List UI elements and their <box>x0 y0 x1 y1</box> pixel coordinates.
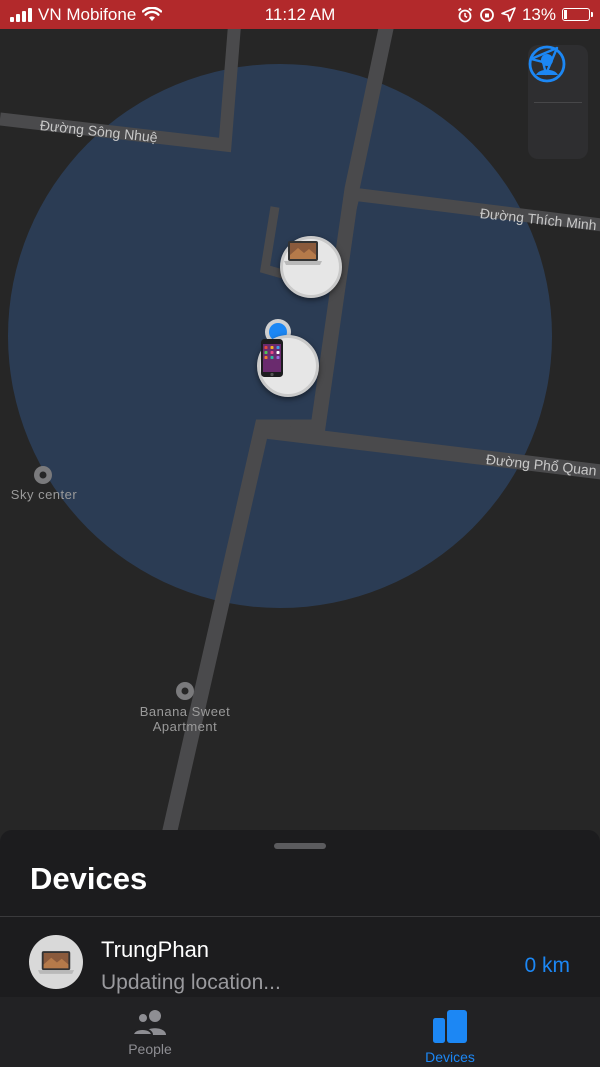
tab-people[interactable]: People <box>0 997 300 1067</box>
battery-icon <box>562 8 593 21</box>
device-distance: 0 km <box>524 954 570 977</box>
tab-devices-label: Devices <box>425 1049 475 1065</box>
poi-label-sky-center: Sky center <box>10 487 78 502</box>
poi-marker-sky-center <box>34 466 52 484</box>
poi-marker-banana-sweet <box>176 682 194 700</box>
device-avatar <box>29 935 83 989</box>
devices-icon <box>433 1010 467 1043</box>
current-location-button[interactable] <box>528 46 588 160</box>
cellular-signal-icon <box>10 7 32 22</box>
location-arrow-icon <box>529 46 559 76</box>
macbook-icon <box>284 241 322 265</box>
iphone-icon <box>261 339 283 377</box>
map-controls <box>528 45 588 159</box>
macbook-pin[interactable] <box>280 236 342 298</box>
device-row-trungphan[interactable]: TrungPhan Updating location... 0 km <box>0 917 600 997</box>
tab-bar: People Devices <box>0 997 600 1067</box>
sheet-grabber[interactable] <box>274 843 326 849</box>
tab-people-label: People <box>128 1041 172 1057</box>
poi-label-banana-sweet: Banana Sweet Apartment <box>139 704 231 734</box>
macbook-icon <box>37 950 75 974</box>
rotation-lock-icon <box>480 7 494 22</box>
wifi-icon <box>142 7 163 21</box>
status-left: VN Mobifone <box>10 4 163 25</box>
status-bar: VN Mobifone 11:12 AM 13% <box>0 0 600 29</box>
status-right: 13% <box>457 4 593 25</box>
alarm-icon <box>457 7 473 22</box>
tab-devices[interactable]: Devices <box>300 997 600 1067</box>
location-services-icon <box>501 7 516 22</box>
sheet-title: Devices <box>30 861 148 896</box>
device-status: Updating location... <box>101 971 281 994</box>
people-icon <box>132 1010 166 1035</box>
iphone-pin[interactable] <box>257 335 319 397</box>
device-name: TrungPhan <box>101 937 210 962</box>
carrier-name: VN Mobifone <box>38 4 137 24</box>
battery-percent: 13% <box>521 4 556 24</box>
